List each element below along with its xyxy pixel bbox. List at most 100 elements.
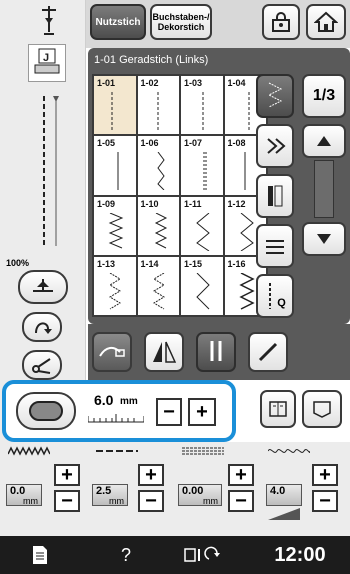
mirror-button[interactable] <box>144 332 184 372</box>
stitch-length-minus-button[interactable]: − <box>138 490 164 512</box>
stitch-cell-1-14[interactable]: 1-14 <box>137 256 179 315</box>
help-label: ? <box>120 544 131 565</box>
arrow-up-icon <box>317 136 331 146</box>
stitch-cell-1-03[interactable]: 1-03 <box>181 76 223 135</box>
lr-shift-minus-button[interactable]: − <box>228 490 254 512</box>
tool-row <box>88 324 350 380</box>
stitch-title: 1-01 Geradstich (Links) <box>94 54 209 66</box>
tension-value: 4.0 <box>266 484 302 506</box>
tension-minus-button[interactable]: − <box>312 490 338 512</box>
stitch-width-minus-button[interactable]: − <box>54 490 80 512</box>
shift-icon <box>266 240 284 254</box>
home-icon <box>314 11 338 32</box>
stitch-cell-1-11[interactable]: 1-11 <box>181 196 223 255</box>
pocket-button[interactable] <box>302 390 342 428</box>
stitch-length-icon <box>96 450 138 452</box>
width-toggle-button[interactable] <box>16 392 76 430</box>
speed-percent: 100% <box>6 258 30 268</box>
embroidery-settings-button[interactable] <box>170 536 236 574</box>
stitch-type-a-button[interactable] <box>256 74 294 118</box>
width-oval-icon <box>29 401 63 421</box>
lr-shift-icon <box>182 447 224 455</box>
width-value-display: 6.0 mm <box>82 390 146 430</box>
tab-letters-decorative[interactable]: Buchstaben-/ Dekorstich <box>150 4 212 40</box>
stitch-pattern-icon <box>267 82 283 108</box>
zigzag-width-icon <box>8 446 50 456</box>
stitch-grid: 1-01 1-02 1-03 1-04 1-05 1-06 1-07 1-08 … <box>92 74 268 317</box>
stitch-cell-1-06[interactable]: 1-06 <box>137 136 179 195</box>
stitch-cell-1-10[interactable]: 1-10 <box>137 196 179 255</box>
scroll-down-button[interactable] <box>302 222 346 256</box>
stitch-cell-1-13[interactable]: 1-13 <box>94 256 136 315</box>
memory-button[interactable] <box>260 390 296 428</box>
stitch-length-value: 2.5 mm <box>92 484 128 506</box>
stitch-cell-1-05[interactable]: 1-05 <box>94 136 136 195</box>
edit-button[interactable] <box>248 332 288 372</box>
scroll-up-button[interactable] <box>302 124 346 158</box>
needle-guide-line <box>52 96 60 246</box>
thread-cut-button[interactable] <box>22 350 62 380</box>
mirror-icon <box>153 341 177 363</box>
svg-text:J: J <box>43 52 49 64</box>
stitch-preview-line <box>42 96 46 246</box>
width-minus-button[interactable]: − <box>156 398 182 426</box>
stitch-cell-1-07[interactable]: 1-07 <box>181 136 223 195</box>
settings-area: 0.0 mm + − 2.5 mm + − 0.00 mm + − 4.0 + − <box>0 442 350 536</box>
twin-needle-icon <box>210 341 222 361</box>
home-button[interactable] <box>306 4 346 40</box>
page-indicator: 1/3 <box>302 74 346 118</box>
lr-shift-plus-button[interactable]: + <box>228 464 254 486</box>
stitch-width-value: 0.0 mm <box>6 484 42 506</box>
lock-button[interactable] <box>262 4 300 40</box>
document-icon <box>33 546 47 564</box>
tension-plus-button[interactable]: + <box>312 464 338 486</box>
page-label: 1/3 <box>312 87 336 104</box>
reverse-icon <box>35 322 52 334</box>
stitch-cell-1-02[interactable]: 1-02 <box>137 76 179 135</box>
tension-icon <box>268 449 310 453</box>
presser-foot-lift-button[interactable] <box>18 270 68 304</box>
tab-utility-label: Nutzstich <box>95 16 141 28</box>
tension-scale-icon <box>268 508 300 520</box>
memory-icon <box>269 401 287 417</box>
scrollbar-track[interactable] <box>314 160 334 218</box>
lock-icon <box>272 12 290 32</box>
thread-cutter-button[interactable] <box>92 332 132 372</box>
pocket-icon <box>313 401 331 418</box>
stitch-type-b-button[interactable] <box>256 124 294 168</box>
quilt-needle-icon <box>269 283 272 309</box>
embroidery-icon <box>184 546 220 562</box>
stitch-length-plus-button[interactable]: + <box>138 464 164 486</box>
stitch-cell-1-01[interactable]: 1-01 <box>94 76 136 135</box>
buttonhole-icon <box>267 138 286 154</box>
quilting-q-button[interactable]: Q <box>256 274 294 318</box>
lr-shift-value: 0.00 mm <box>178 484 222 506</box>
width-plus-button[interactable]: + <box>188 398 216 426</box>
reverse-stitch-button[interactable] <box>22 312 62 342</box>
presser-foot-icon <box>33 279 53 292</box>
document-button[interactable] <box>0 536 80 574</box>
width-unit: mm <box>120 396 138 407</box>
tab-letters-label: Buchstaben-/ Dekorstich <box>152 12 210 32</box>
stitch-cell-1-09[interactable]: 1-09 <box>94 196 136 255</box>
twin-needle-button[interactable] <box>196 332 236 372</box>
thread-cutter-icon <box>99 346 125 357</box>
satin-icon <box>268 185 283 207</box>
stitch-type-c-button[interactable] <box>256 174 294 218</box>
width-value: 6.0 <box>94 392 114 408</box>
needle-position-icon[interactable] <box>30 4 64 38</box>
status-bar: ? 12:00 <box>0 536 350 574</box>
q-label: Q <box>277 297 286 309</box>
width-scale-icon <box>88 414 144 423</box>
pencil-icon <box>258 342 278 362</box>
help-button[interactable]: ? <box>96 536 156 574</box>
tab-utility-stitch[interactable]: Nutzstich <box>90 4 146 40</box>
arrow-down-icon <box>317 234 331 244</box>
stitch-width-plus-button[interactable]: + <box>54 464 80 486</box>
clock: 12:00 <box>274 543 326 566</box>
scissors-icon <box>32 358 51 374</box>
stitch-cell-1-15[interactable]: 1-15 <box>181 256 223 315</box>
stitch-panel: 1-01 Geradstich (Links) 1-01 1-02 1-03 1… <box>88 48 350 324</box>
stitch-type-d-button[interactable] <box>256 224 294 268</box>
presser-foot-j-icon: J <box>28 44 66 82</box>
